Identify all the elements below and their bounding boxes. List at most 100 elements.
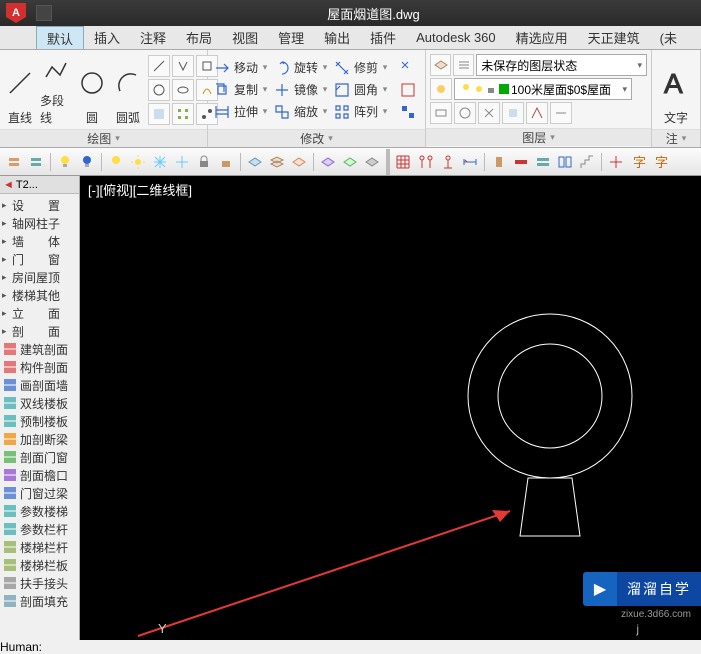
close-icon[interactable]: ◄ xyxy=(3,179,14,191)
tree-item[interactable]: 参数楼梯 xyxy=(0,502,79,520)
tree-group[interactable]: ▸房间屋顶 xyxy=(0,268,79,286)
tree-group[interactable]: ▸立 面 xyxy=(0,304,79,322)
cmd-line[interactable]: 直线 xyxy=(4,54,36,126)
modify-label[interactable]: 修剪 xyxy=(354,59,378,76)
wall-icon[interactable] xyxy=(533,152,553,172)
drawing-canvas[interactable]: [-][俯视][二维线框] Y ▶ 溜溜自学 zixue.3d66.com j xyxy=(80,176,701,640)
panel-title-modify[interactable]: 修改 xyxy=(208,129,425,147)
app-icon[interactable]: A xyxy=(6,3,26,23)
door-icon[interactable] xyxy=(555,152,575,172)
modify-label[interactable]: 缩放 xyxy=(294,103,318,120)
chevron-down-icon[interactable]: ▾ xyxy=(320,106,330,117)
layer-tool-icon[interactable] xyxy=(454,102,476,124)
tool-icon[interactable] xyxy=(4,152,24,172)
ribbon-tab[interactable]: (未 xyxy=(650,26,687,49)
draw-icon[interactable] xyxy=(172,103,194,125)
ribbon-tab[interactable]: 输出 xyxy=(314,26,360,49)
cmd-arc[interactable]: 圆弧 xyxy=(112,54,144,126)
modify-icon[interactable] xyxy=(272,58,292,78)
tree-group[interactable]: ▸门 窗 xyxy=(0,250,79,268)
tree-item[interactable]: 加剖断梁 xyxy=(0,430,79,448)
tree-group[interactable]: ▸墙 体 xyxy=(0,232,79,250)
layer-icon[interactable] xyxy=(289,152,309,172)
chevron-down-icon[interactable]: ▾ xyxy=(320,62,330,73)
bulb-icon[interactable] xyxy=(106,152,126,172)
chevron-down-icon[interactable]: ▾ xyxy=(260,84,270,95)
modify-label[interactable]: 旋转 xyxy=(294,59,318,76)
ribbon-tab[interactable]: 天正建筑 xyxy=(578,26,650,49)
layer-properties-icon[interactable] xyxy=(430,54,451,76)
tree-item[interactable]: 剖面门窗 xyxy=(0,448,79,466)
ribbon-tab[interactable]: 插入 xyxy=(84,26,130,49)
modify-label[interactable]: 圆角 xyxy=(354,81,378,98)
layer-icon[interactable] xyxy=(430,78,452,100)
panel-title-anno[interactable]: 注 xyxy=(652,129,700,147)
layer-tool-icon[interactable] xyxy=(526,102,548,124)
snow-icon[interactable] xyxy=(172,152,192,172)
lock-icon[interactable] xyxy=(194,152,214,172)
axis-icon[interactable] xyxy=(416,152,436,172)
chevron-down-icon[interactable]: ▾ xyxy=(260,62,270,73)
modify-label[interactable]: 复制 xyxy=(234,81,258,98)
ribbon-tab[interactable]: Autodesk 360 xyxy=(406,26,506,49)
stair-icon[interactable] xyxy=(577,152,597,172)
tree-item[interactable]: 构件剖面 xyxy=(0,358,79,376)
modify-icon[interactable] xyxy=(332,102,352,122)
tree-item[interactable]: 建筑剖面 xyxy=(0,340,79,358)
tree-item[interactable]: 剖面檐口 xyxy=(0,466,79,484)
layer-icon[interactable] xyxy=(362,152,382,172)
modify-icon[interactable] xyxy=(272,80,292,100)
draw-icon[interactable] xyxy=(148,103,170,125)
tree-group[interactable]: ▸剖 面 xyxy=(0,322,79,340)
modify-icon[interactable] xyxy=(272,102,292,122)
chevron-down-icon[interactable]: ▾ xyxy=(320,84,330,95)
draw-icon[interactable] xyxy=(172,55,194,77)
layer-icon[interactable] xyxy=(453,54,474,76)
ribbon-tab[interactable]: 管理 xyxy=(268,26,314,49)
sun-icon[interactable] xyxy=(128,152,148,172)
wall-icon[interactable] xyxy=(511,152,531,172)
unlock-icon[interactable] xyxy=(216,152,236,172)
modify-label[interactable]: 镜像 xyxy=(294,81,318,98)
layer-tool-icon[interactable] xyxy=(502,102,524,124)
modify-label[interactable]: 阵列 xyxy=(354,103,378,120)
modify-label[interactable]: 移动 xyxy=(234,59,258,76)
chevron-down-icon[interactable]: ▾ xyxy=(380,84,390,95)
modify-icon[interactable] xyxy=(398,80,418,100)
modify-icon[interactable] xyxy=(398,58,418,78)
column-icon[interactable] xyxy=(489,152,509,172)
text-icon[interactable]: 字 xyxy=(650,152,670,172)
panel-title-draw[interactable]: 绘图 xyxy=(0,129,207,147)
modify-icon[interactable] xyxy=(212,80,232,100)
modify-icon[interactable] xyxy=(398,102,418,122)
tree-item[interactable]: 剖面填充 xyxy=(0,592,79,610)
cmd-text[interactable]: A 文字 xyxy=(656,54,696,126)
ribbon-tab[interactable]: 注释 xyxy=(130,26,176,49)
layer-tool-icon[interactable] xyxy=(550,102,572,124)
axis-icon[interactable] xyxy=(438,152,458,172)
chevron-down-icon[interactable]: ▾ xyxy=(380,106,390,117)
tool-icon[interactable] xyxy=(26,152,46,172)
layer-tool-icon[interactable] xyxy=(430,102,452,124)
layer-tool-icon[interactable] xyxy=(478,102,500,124)
chevron-down-icon[interactable]: ▾ xyxy=(380,62,390,73)
bulb-off-icon[interactable] xyxy=(77,152,97,172)
tree-item[interactable]: 楼梯栏杆 xyxy=(0,538,79,556)
tree-item[interactable]: 画剖面墙 xyxy=(0,376,79,394)
layer-icon[interactable] xyxy=(267,152,287,172)
cmd-polyline[interactable]: 多段线 xyxy=(40,54,72,126)
bulb-icon[interactable] xyxy=(55,152,75,172)
panel-title-layer[interactable]: 图层 xyxy=(426,128,651,146)
layer-icon[interactable] xyxy=(245,152,265,172)
draw-icon[interactable] xyxy=(172,79,194,101)
modify-label[interactable]: 拉伸 xyxy=(234,103,258,120)
layer-icon[interactable] xyxy=(318,152,338,172)
ribbon-tab[interactable]: 默认 xyxy=(36,26,84,49)
tree-item[interactable]: 参数栏杆 xyxy=(0,520,79,538)
modify-icon[interactable] xyxy=(332,80,352,100)
chevron-down-icon[interactable]: ▾ xyxy=(260,106,270,117)
draw-icon[interactable] xyxy=(148,79,170,101)
ribbon-tab[interactable]: 视图 xyxy=(222,26,268,49)
modify-icon[interactable] xyxy=(332,58,352,78)
tree-item[interactable]: 预制楼板 xyxy=(0,412,79,430)
